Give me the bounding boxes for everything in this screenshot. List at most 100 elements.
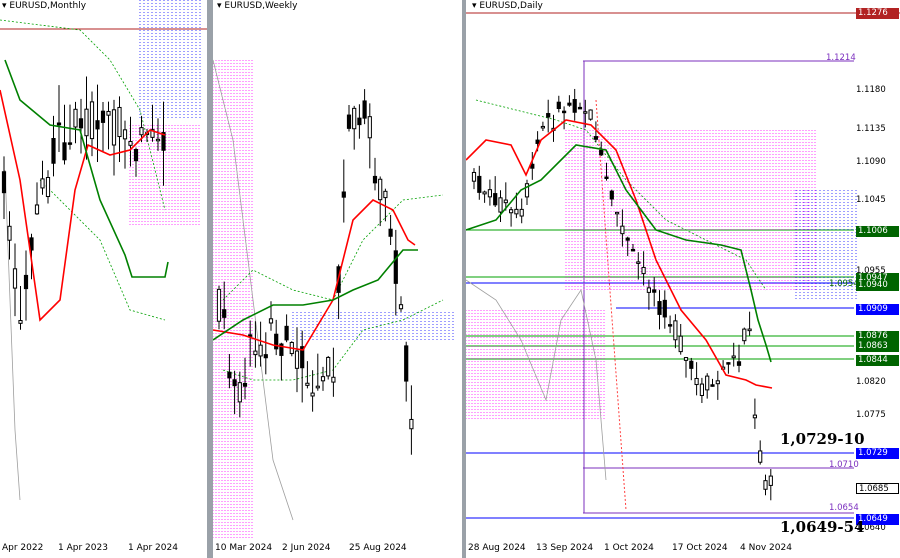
price-tick: 1.1045 [856, 195, 886, 205]
bullish-candle [315, 385, 320, 389]
monthly-xlabel: Apr 2022 [2, 543, 44, 553]
bullish-candle [620, 225, 625, 235]
bearish-candle [222, 309, 227, 318]
bullish-candle [106, 110, 111, 116]
price-box-1.0729: 1.0729 [856, 448, 899, 459]
bullish-candle [683, 357, 689, 361]
weekly-chart [213, 59, 454, 540]
bullish-candle [742, 328, 747, 342]
bullish-candle [7, 225, 12, 241]
bearish-candle [556, 101, 561, 109]
bullish-candle [89, 101, 95, 140]
bearish-candle [274, 333, 279, 350]
bearish-candle [56, 122, 62, 126]
weekly-xlabel: 10 Mar 2024 [215, 543, 273, 553]
bullish-candle [731, 355, 736, 359]
weekly-xlabel: 25 Aug 2024 [349, 543, 407, 553]
bullish-candle [768, 475, 773, 486]
bearish-candle [1, 171, 7, 194]
bullish-candle [487, 189, 492, 198]
bearish-candle [609, 190, 614, 200]
bullish-candle [310, 392, 315, 397]
bearish-candle [710, 384, 715, 387]
monthly-title-text: EURUSD,Monthly [9, 1, 87, 11]
bearish-candle [248, 334, 253, 337]
bullish-candle [646, 287, 652, 293]
bearish-candle [284, 325, 289, 341]
price-box-1.1276: 1.1276 [856, 8, 899, 19]
bullish-candle [378, 178, 383, 201]
bearish-candle [51, 137, 56, 164]
bullish-candle [122, 129, 128, 140]
bullish-candle [752, 414, 757, 419]
price-tick: 1.0820 [856, 377, 886, 387]
bullish-candle [128, 140, 133, 146]
bearish-candle [599, 149, 604, 156]
bullish-candle [294, 350, 300, 369]
monthly-title: ▾ EURUSD,Monthly [2, 1, 86, 11]
bearish-candle [362, 100, 367, 119]
bearish-candle [657, 301, 662, 315]
weekly-panel: ▾ EURUSD,Weekly 10 Mar 2024 2 Jun 2024 2… [213, 0, 462, 558]
bullish-candle [540, 125, 546, 129]
bearish-candle [577, 106, 583, 110]
bearish-candle [357, 117, 362, 126]
monthly-panel: ▾ EURUSD,Monthly Apr 2022 1 Apr 2023 1 A… [0, 0, 207, 558]
bullish-candle [258, 344, 263, 357]
bullish-candle [12, 268, 18, 289]
bullish-candle [383, 190, 388, 199]
weekly-xlabel: 2 Jun 2024 [282, 543, 331, 553]
bullish-candle [705, 375, 710, 391]
weekly-title: ▾ EURUSD,Weekly [217, 1, 298, 11]
bullish-candle [409, 418, 414, 430]
bearish-candle [232, 379, 237, 387]
daily-xlabel: 28 Aug 2024 [468, 543, 526, 553]
daily-xlabel: 17 Oct 2024 [672, 543, 728, 553]
bullish-candle [509, 209, 514, 214]
bullish-candle [615, 211, 620, 215]
bearish-candle [341, 191, 346, 198]
bearish-candle [477, 175, 482, 193]
annotation-upper: 1,0729-10 [780, 430, 865, 448]
level-label-1.0710: 1.0710 [829, 460, 859, 470]
bearish-candle [630, 248, 636, 252]
bullish-candle [641, 266, 646, 275]
bearish-candle [572, 99, 577, 113]
bearish-candle [227, 371, 232, 379]
bearish-candle [736, 361, 742, 366]
price-box-current: 1.0685 [856, 483, 899, 494]
price-box-1.0844: 1.0844 [856, 355, 899, 366]
bearish-candle [604, 176, 609, 180]
daily-xlabel: 1 Oct 2024 [604, 543, 654, 553]
level-label-1.1214: 1.1214 [826, 53, 856, 63]
daily-xlabel: 4 Nov 2024 [740, 543, 792, 553]
weekly-title-text: EURUSD,Weekly [224, 1, 298, 11]
bearish-candle [493, 193, 498, 206]
price-tick: 1.0775 [856, 410, 886, 420]
price-tick: 1.1180 [856, 85, 886, 95]
bullish-candle [331, 376, 336, 383]
bullish-candle [117, 106, 122, 138]
bullish-candle [471, 171, 477, 182]
bearish-candle [546, 113, 551, 118]
senkou-span-dotted [222, 194, 444, 301]
bearish-candle [100, 110, 106, 123]
bullish-candle [18, 320, 23, 324]
bullish-candle [73, 108, 78, 128]
bullish-candle [139, 127, 144, 136]
bearish-candle [263, 354, 268, 359]
bearish-candle [668, 324, 673, 327]
annotation-lower: 1,0649-54 [780, 518, 865, 536]
daily-title-text: EURUSD,Daily [479, 1, 543, 11]
bearish-candle [346, 114, 352, 129]
bullish-candle [34, 204, 40, 215]
bullish-candle [694, 377, 699, 386]
bearish-candle [689, 360, 694, 369]
bullish-candle [326, 356, 331, 377]
level-label-1.0654: 1.0654 [829, 503, 859, 513]
bullish-candle [514, 208, 519, 215]
bearish-candle [593, 136, 599, 140]
bearish-candle [388, 228, 393, 237]
bullish-candle [747, 328, 752, 332]
bearish-candle [567, 102, 572, 106]
